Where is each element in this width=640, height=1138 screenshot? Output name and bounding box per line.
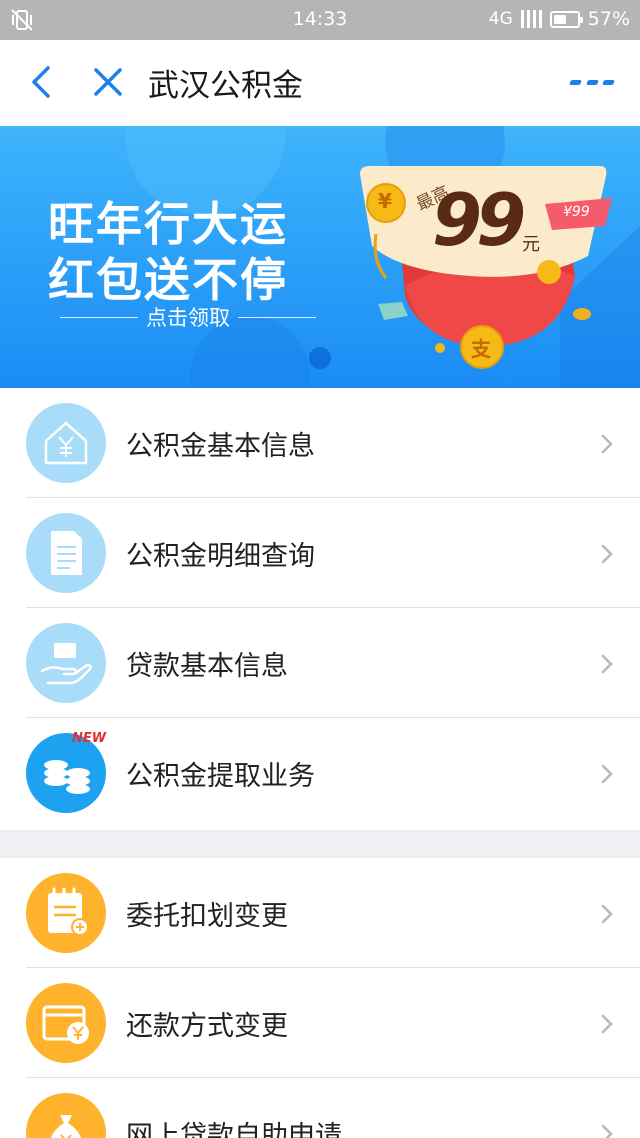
list-item-label: 公积金基本信息 [126, 431, 315, 462]
page-title: 武汉公积金 [148, 68, 303, 104]
battery-icon [549, 10, 583, 28]
house-yuan-icon [26, 403, 106, 483]
card-yuan-icon [26, 983, 106, 1063]
list-item[interactable]: 公积金基本信息 [0, 388, 640, 498]
reward-unit: 元 [522, 234, 540, 255]
network-type: 4G [488, 9, 513, 29]
chevron-right-icon [601, 764, 613, 784]
chevron-right-icon [601, 1124, 613, 1138]
list-item[interactable]: 网上贷款自助申请 [0, 1078, 640, 1138]
signal-icon [520, 10, 542, 28]
list-item[interactable]: 贷款基本信息 [0, 608, 640, 718]
chevron-right-icon [601, 434, 613, 454]
list-item-label: 委托扣划变更 [126, 901, 288, 932]
nav-bar: 武汉公积金 [0, 40, 640, 126]
cta-rule-left [60, 316, 138, 318]
list-item-label: 还款方式变更 [126, 1011, 288, 1042]
reward-tag: ¥99 [563, 204, 590, 220]
list-item-label: 公积金提取业务 [126, 761, 315, 792]
cta-rule-right [238, 316, 316, 318]
promo-banner[interactable]: 旺年行大运 红包送不停 点击领取 ¥ 最高 99 元 ¥99 支 [0, 126, 640, 388]
list-item[interactable]: 委托扣划变更 [0, 858, 640, 968]
chevron-right-icon [601, 654, 613, 674]
bottom-coin-symbol: 支 [471, 337, 491, 361]
primary-menu: 公积金基本信息 公积金明细查询 贷款基本信息 NEW 公积金提取业务 [0, 388, 640, 830]
list-item-label: 公积金明细查询 [126, 541, 315, 572]
coin-yuan-symbol: ¥ [378, 189, 392, 213]
battery-percent: 57% [587, 8, 630, 30]
chevron-right-icon [601, 904, 613, 924]
more-dots-icon[interactable] [569, 76, 615, 88]
back-chevron-icon[interactable] [22, 62, 58, 102]
list-item-label: 网上贷款自助申请 [126, 1121, 342, 1138]
reward-amount: 99 [432, 178, 526, 262]
list-item[interactable]: 还款方式变更 [0, 968, 640, 1078]
list-item[interactable]: 公积金明细查询 [0, 498, 640, 608]
chevron-right-icon [601, 1014, 613, 1034]
secondary-menu: 委托扣划变更 还款方式变更 网上贷款自助申请 [0, 858, 640, 1138]
notepad-icon [26, 873, 106, 953]
hand-money-icon [26, 623, 106, 703]
chevron-right-icon [601, 544, 613, 564]
close-icon[interactable] [88, 62, 128, 102]
banner-cta[interactable]: 点击领取 [60, 302, 316, 332]
banner-cta-label: 点击领取 [146, 306, 230, 330]
banner-headline-2: 红包送不停 [48, 253, 288, 307]
list-item-label: 贷款基本信息 [126, 651, 288, 682]
new-badge: NEW [72, 731, 107, 746]
status-bar: 14:33 4G 57% [0, 0, 640, 40]
document-icon [26, 513, 106, 593]
list-item[interactable]: NEW 公积金提取业务 [0, 718, 640, 828]
money-bag-icon [26, 1093, 106, 1138]
